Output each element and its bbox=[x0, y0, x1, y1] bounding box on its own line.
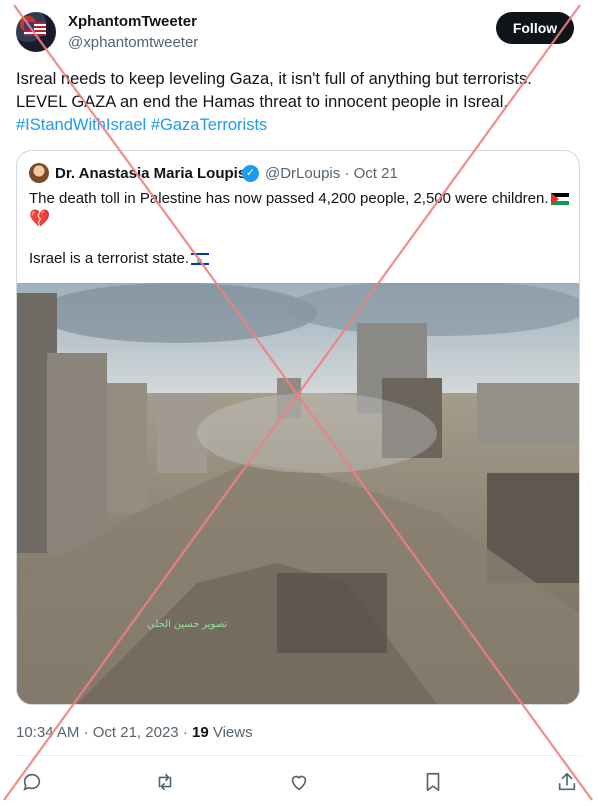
tweet-date[interactable]: Oct 21, 2023 bbox=[93, 724, 179, 741]
quote-author-avatar[interactable] bbox=[29, 163, 49, 183]
us-flag-icon bbox=[24, 22, 46, 36]
tweet-time[interactable]: 10:34 AM bbox=[16, 724, 79, 741]
like-icon bbox=[291, 775, 307, 791]
reply-icon bbox=[23, 773, 41, 791]
quote-text-line-1: The death toll in Palestine has now pass… bbox=[29, 189, 569, 209]
bookmark-button[interactable] bbox=[421, 770, 445, 794]
tweet-hashtags: #IStandWithIsrael #GazaTerrorists bbox=[16, 114, 582, 137]
author-display-name[interactable]: XphantomTweeter bbox=[68, 13, 197, 30]
meta-separator: · bbox=[182, 724, 188, 741]
bookmark-icon bbox=[426, 772, 440, 792]
quote-text: The death toll in Palestine has now pass… bbox=[29, 189, 569, 272]
quote-emoji-line: 💔 bbox=[29, 209, 569, 229]
share-icon bbox=[558, 772, 576, 791]
quote-separator: · bbox=[344, 165, 350, 182]
tweet-text: Isreal needs to keep leveling Gaza, it i… bbox=[16, 68, 582, 137]
israel-flag-icon bbox=[191, 252, 210, 272]
retweet-button[interactable] bbox=[153, 770, 177, 794]
tweet-text-line-2: LEVEL GAZA an end the Hamas threat to in… bbox=[16, 93, 508, 111]
divider bbox=[16, 755, 582, 756]
quote-text-line-2-content: Israel is a terrorist state. bbox=[29, 250, 190, 268]
quote-tweet-card[interactable]: Dr. Anastasia Maria Loupis ✓ @DrLoupis ·… bbox=[16, 150, 580, 705]
quote-image[interactable]: تصوير حسين الحلي bbox=[17, 283, 579, 704]
follow-button[interactable]: Follow bbox=[496, 12, 574, 44]
retweet-icon bbox=[158, 773, 172, 791]
palestine-flag-icon bbox=[550, 193, 569, 206]
photo-caption: تصوير حسين الحلي bbox=[147, 619, 228, 630]
quote-author-handle[interactable]: @DrLoupis bbox=[265, 165, 340, 182]
verified-badge-icon: ✓ bbox=[242, 165, 259, 182]
tweet-timestamp: 10:34 AM · Oct 21, 2023 · 19 Views bbox=[16, 724, 253, 741]
reply-button[interactable] bbox=[20, 770, 44, 794]
quote-text-line-1-content: The death toll in Palestine has now pass… bbox=[29, 190, 549, 207]
views-label: Views bbox=[212, 724, 253, 741]
quote-meta: @DrLoupis · Oct 21 bbox=[265, 165, 398, 182]
meta-separator: · bbox=[83, 724, 89, 741]
broken-heart-icon: 💔 bbox=[29, 209, 51, 229]
hashtag-link[interactable]: #IStandWithIsrael bbox=[16, 116, 146, 134]
destroyed-city-photo bbox=[17, 283, 579, 704]
quote-blank-line bbox=[29, 229, 569, 249]
quote-text-line-2: Israel is a terrorist state. bbox=[29, 249, 569, 272]
views-count: 19 bbox=[191, 724, 209, 741]
quote-author-name[interactable]: Dr. Anastasia Maria Loupis bbox=[55, 165, 246, 182]
share-button[interactable] bbox=[555, 770, 579, 794]
hashtag-link[interactable]: #GazaTerrorists bbox=[151, 116, 267, 134]
like-button[interactable] bbox=[287, 770, 311, 794]
tweet-text-line-1: Isreal needs to keep leveling Gaza, it i… bbox=[16, 70, 532, 88]
author-avatar[interactable] bbox=[16, 12, 56, 52]
quote-date[interactable]: Oct 21 bbox=[354, 165, 398, 182]
author-handle[interactable]: @xphantomtweeter bbox=[68, 34, 198, 51]
